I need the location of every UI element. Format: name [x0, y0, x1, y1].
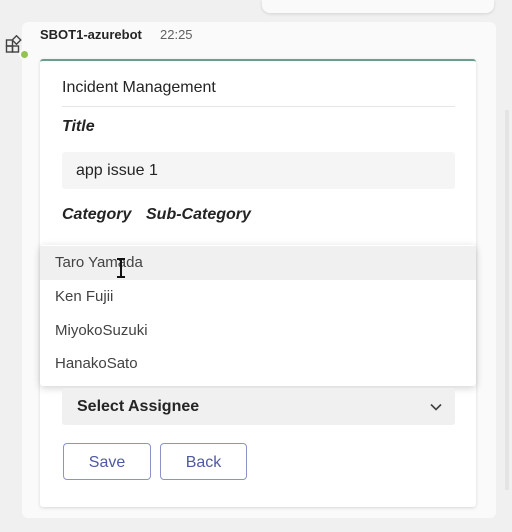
- message-timestamp: 22:25: [160, 27, 193, 42]
- sender-name: SBOT1-azurebot: [40, 27, 142, 42]
- category-label: Category: [62, 206, 132, 223]
- back-button[interactable]: Back: [160, 443, 247, 480]
- dropdown-option[interactable]: HanakoSato: [40, 347, 476, 381]
- assignee-select-value: Select Assignee: [77, 398, 200, 415]
- chevron-down-icon: [430, 403, 442, 411]
- dropdown-option[interactable]: Taro Yamada: [40, 246, 476, 280]
- scrollbar-track[interactable]: [505, 110, 509, 490]
- title-input[interactable]: app issue 1: [62, 152, 455, 189]
- card-divider: [62, 106, 455, 107]
- save-button[interactable]: Save: [63, 443, 151, 480]
- title-label: Title: [62, 118, 95, 135]
- presence-available-icon: [19, 49, 30, 60]
- assignee-select[interactable]: Select Assignee: [62, 388, 455, 425]
- subcategory-label: Sub-Category: [146, 206, 251, 223]
- text-cursor-icon: [117, 258, 125, 278]
- reaction-bar: [262, 0, 494, 13]
- dropdown-option[interactable]: MiyokoSuzuki: [40, 314, 476, 348]
- card-title: Incident Management: [62, 79, 216, 96]
- dropdown-option[interactable]: Ken Fujii: [40, 280, 476, 314]
